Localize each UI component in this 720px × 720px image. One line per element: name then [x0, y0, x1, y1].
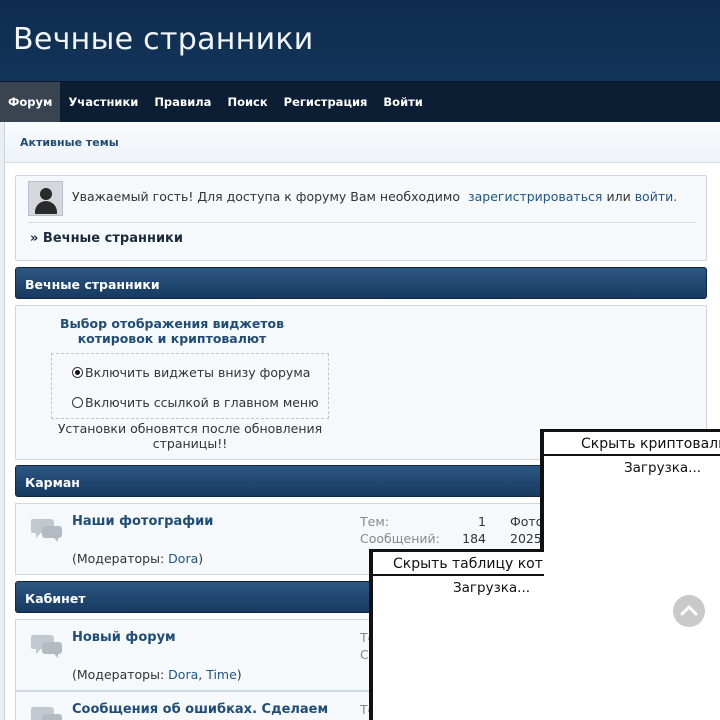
divider [28, 222, 696, 223]
category-header-main: Вечные странники [15, 267, 707, 299]
widget-settings-note: Установки обновятся после обновления стр… [57, 421, 323, 451]
site-title[interactable]: Вечные странники [13, 22, 314, 57]
widget-settings-heading: Выбор отображения виджетов котировок и к… [59, 316, 285, 346]
moderators-suffix: ) [236, 667, 242, 682]
nav-login[interactable]: Войти [375, 82, 430, 122]
category-title[interactable]: Вечные странники [25, 277, 160, 292]
category-title[interactable]: Карман [25, 475, 80, 490]
option-widgets-menu-link[interactable]: Включить ссылкой в главном меню [72, 395, 319, 410]
guest-message: Уважаемый гость! Для доступа к форуму Ва… [72, 189, 677, 204]
option-widgets-bottom[interactable]: Включить виджеты внизу форума [72, 365, 310, 380]
moderators-prefix: (Модераторы: [72, 551, 165, 566]
hide-quotes-button[interactable]: Скрыть таблицу котировок [373, 552, 544, 576]
crypto-widget-panel: Скрыть криптовалюты Загрузка... [540, 429, 720, 720]
site-header: Вечные странники [0, 0, 720, 82]
posts-count: 184 [462, 531, 486, 546]
option-widgets-menu-link-label: Включить ссылкой в главном меню [85, 395, 319, 410]
nav-rules[interactable]: Правила [146, 82, 219, 122]
moderator-link[interactable]: Dora [168, 551, 198, 566]
quotes-widget-panel: Скрыть таблицу котировок Загрузка... [369, 549, 544, 720]
register-link[interactable]: зарегистрироваться [468, 189, 603, 204]
guest-or-text: или [606, 189, 631, 204]
forum-title-link[interactable]: Новый форум [72, 630, 176, 645]
crumb-bar: Активные темы [5, 122, 720, 163]
hide-crypto-button[interactable]: Скрыть криптовалюты [544, 432, 720, 456]
forum-moderators: (Модераторы: Dora, Time) [72, 667, 242, 682]
login-link[interactable]: войти. [635, 189, 678, 204]
guest-message-text: Уважаемый гость! Для доступа к форуму Ва… [72, 189, 461, 204]
last-post-link[interactable]: Фото [510, 514, 543, 529]
nav-forum[interactable]: Форум [0, 82, 61, 122]
nav-search[interactable]: Поиск [219, 82, 275, 122]
forum-title-link[interactable]: Сообщения об ошибках. Сделаем [72, 702, 328, 717]
forum-bubbles-icon [31, 635, 62, 658]
scroll-top-button[interactable] [673, 595, 705, 627]
quotes-loading-text: Загрузка... [453, 580, 531, 596]
crypto-loading-text: Загрузка... [624, 460, 702, 476]
forum-bubbles-icon [31, 519, 62, 542]
forum-title-link[interactable]: Наши фотографии [72, 514, 213, 529]
main-nav: Форум Участники Правила Поиск Регистраци… [0, 82, 720, 122]
nav-members[interactable]: Участники [60, 82, 146, 122]
guest-notice: Уважаемый гость! Для доступа к форуму Ва… [15, 175, 707, 261]
topics-label: Тем: [360, 514, 389, 529]
forum-moderators: (Модераторы: Dora) [72, 551, 203, 566]
scroll-top-chevron-icon [680, 605, 698, 616]
moderator-link[interactable]: Dora [168, 667, 198, 682]
avatar-placeholder-icon [28, 181, 63, 216]
widget-options-box: Включить виджеты внизу форума Включить с… [51, 353, 329, 419]
nav-register[interactable]: Регистрация [276, 82, 376, 122]
moderator-link[interactable]: Time [206, 667, 237, 682]
posts-label: Сообщений: [360, 531, 440, 546]
radio-unselected-icon[interactable] [72, 397, 83, 408]
radio-selected-icon[interactable] [72, 367, 83, 378]
last-post-date: 2025 [510, 531, 542, 546]
forum-breadcrumb[interactable]: » Вечные странники [30, 231, 183, 246]
category-title[interactable]: Кабинет [25, 591, 86, 606]
moderators-prefix: (Модераторы: [72, 667, 165, 682]
active-topics-link[interactable]: Активные темы [20, 136, 119, 149]
option-widgets-bottom-label: Включить виджеты внизу форума [85, 365, 311, 380]
forum-bubbles-icon [31, 707, 62, 720]
topics-count: 1 [478, 514, 486, 529]
moderators-suffix: ) [198, 551, 204, 566]
